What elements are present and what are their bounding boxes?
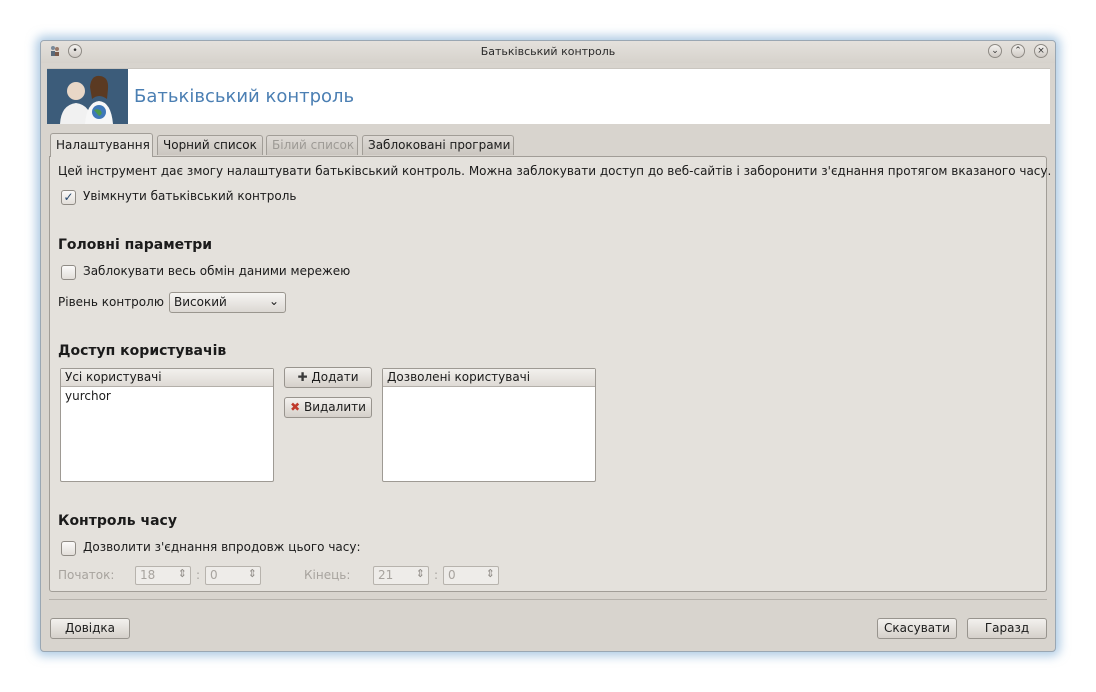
x-icon: ✖ (290, 400, 301, 414)
tab-blocked-programs[interactable]: Заблоковані програми (362, 135, 514, 155)
add-user-button[interactable]: ✚ Додати (284, 367, 372, 388)
footer-divider (49, 599, 1047, 600)
tab-whitelist: Білий список (266, 135, 358, 155)
end-minute-spinbox: 0 ⇕ (443, 566, 499, 585)
banner-title: Батьківський контроль (134, 86, 355, 107)
enable-checkbox[interactable]: ✓ (61, 190, 76, 205)
window-title: Батьківський контроль (480, 45, 616, 58)
block-all-checkbox[interactable] (61, 265, 76, 280)
settings-panel: Цей інструмент дає змогу налаштувати бат… (49, 156, 1051, 592)
block-all-label[interactable]: Заблокувати весь обмін даними мережею (83, 264, 350, 278)
tab-blacklist[interactable]: Чорний список (157, 135, 263, 155)
spin-arrows-icon: ⇕ (485, 567, 495, 580)
enable-label[interactable]: Увімкнути батьківський контроль (83, 189, 297, 203)
maximize-button[interactable]: ⌃ (1011, 44, 1025, 58)
close-button[interactable]: × (1034, 44, 1048, 58)
start-time-separator: : (196, 568, 201, 582)
allow-time-label[interactable]: Дозволити з'єднання впродовж цього часу: (83, 540, 361, 554)
end-hour-value: 21 (378, 568, 394, 582)
level-value: Високий (174, 295, 227, 309)
tab-settings[interactable]: Налаштування (50, 133, 153, 157)
add-user-label: Додати (311, 370, 359, 384)
title-bar[interactable]: • Батьківський контроль ⌄ ⌃ × (41, 41, 1055, 63)
allowed-users-header[interactable]: Дозволені користувачі (383, 369, 595, 387)
time-control-heading: Контроль часу (58, 513, 177, 529)
remove-user-button[interactable]: ✖ Видалити (284, 397, 372, 418)
spin-arrows-icon: ⇕ (415, 567, 425, 580)
cancel-button[interactable]: Скасувати (877, 618, 957, 639)
all-users-header[interactable]: Усі користувачі (61, 369, 273, 387)
list-item[interactable]: yurchor (61, 387, 273, 405)
start-minute-value: 0 (210, 568, 218, 582)
plus-icon: ✚ (297, 370, 308, 384)
start-hour-spinbox: 18 ⇕ (135, 566, 191, 585)
start-label: Початок: (58, 568, 115, 582)
main-window: • Батьківський контроль ⌄ ⌃ × Батьківськ… (40, 40, 1056, 652)
end-minute-value: 0 (448, 568, 456, 582)
level-label: Рівень контролю (58, 295, 164, 309)
ok-button[interactable]: Гаразд (967, 618, 1047, 639)
allowed-users-list[interactable]: Дозволені користувачі (382, 368, 596, 482)
main-params-heading: Головні параметри (58, 237, 213, 253)
end-hour-spinbox: 21 ⇕ (373, 566, 429, 585)
chevron-down-icon: ⌄ (268, 294, 279, 308)
header-banner: Батьківський контроль (47, 68, 1050, 124)
spin-arrows-icon: ⇕ (247, 567, 257, 580)
help-button[interactable]: Довідка (50, 618, 130, 639)
description-text: Цей інструмент дає змогу налаштувати бат… (58, 164, 1052, 178)
end-time-separator: : (434, 568, 439, 582)
end-label: Кінець: (304, 568, 351, 582)
spin-arrows-icon: ⇕ (177, 567, 187, 580)
level-combo[interactable]: Високий ⌄ (169, 292, 286, 313)
check-mark-icon: ✓ (63, 190, 74, 204)
remove-user-label: Видалити (303, 400, 366, 414)
family-icon (47, 69, 128, 124)
user-access-heading: Доступ користувачів (58, 343, 227, 359)
start-hour-value: 18 (140, 568, 156, 582)
all-users-list[interactable]: Усі користувачі yurchor (60, 368, 274, 482)
minimize-button[interactable]: ⌄ (988, 44, 1002, 58)
allow-time-checkbox[interactable] (61, 541, 76, 556)
start-minute-spinbox: 0 ⇕ (205, 566, 261, 585)
